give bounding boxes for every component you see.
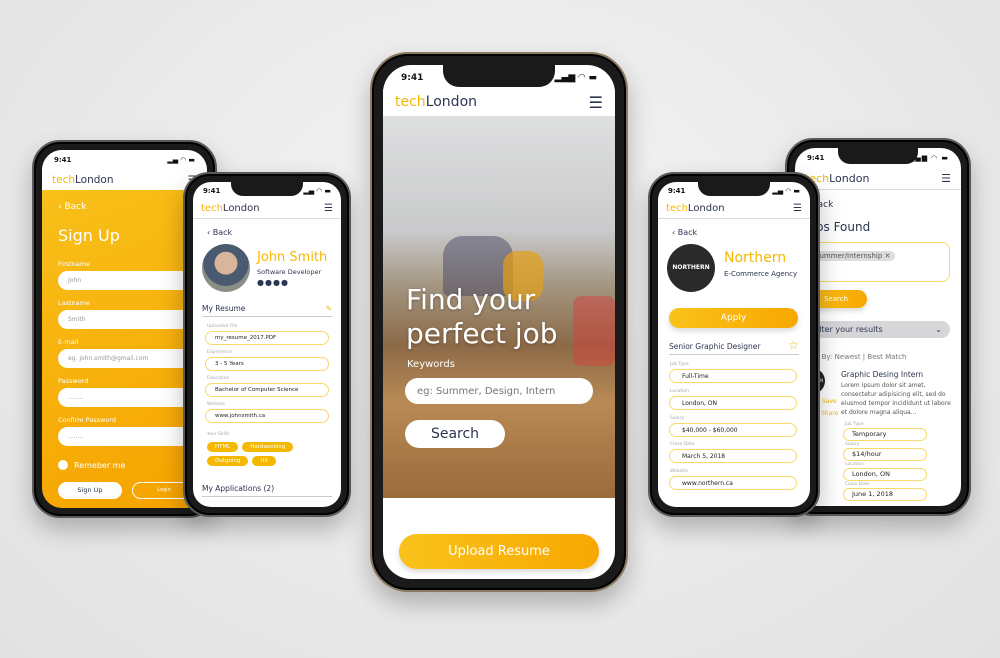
status-icons: ▂▄▆ ◠ ▬ (554, 73, 597, 83)
field-label: Close Date (670, 442, 695, 447)
save-link[interactable]: Save (822, 398, 837, 405)
job-description: Lorem ipsum dolor sit amet, consectetur … (841, 382, 951, 416)
status-time: 9:41 (807, 154, 825, 162)
status-icons: ▂▄ ◠ ▬ (772, 187, 800, 195)
resume-field[interactable]: 3 - 5 Years (205, 357, 329, 371)
twitter-icon[interactable]: ● (265, 278, 273, 287)
status-time: 9:41 (203, 187, 221, 195)
upload-resume-button[interactable]: Upload Resume (399, 534, 599, 569)
job-type-field: Full-Time (669, 369, 797, 383)
sort-bar: Sort By: Newest | Best Match (805, 353, 907, 361)
star-icon[interactable]: ☆ (788, 339, 799, 351)
tag-input[interactable]: Summer/Internship ✕ (805, 242, 950, 282)
field-label: Firstname (58, 260, 91, 268)
logo: techLondon (201, 203, 260, 214)
field-label: Experience (207, 350, 233, 355)
chevron-down-icon: ⌄ (935, 325, 942, 334)
filter-tag[interactable]: Summer/Internship ✕ (810, 251, 896, 261)
social-links: ●●●● (257, 278, 289, 287)
resume-field[interactable]: my_resume_2017.PDF (205, 331, 329, 345)
company-type: E-Commerce Agency (724, 270, 798, 278)
back-link[interactable]: ‹ Back (207, 228, 232, 237)
linkedin-icon[interactable]: ● (273, 278, 281, 287)
field-label: Salary (670, 416, 685, 421)
resume-section-header: My Resume ✎ (202, 304, 332, 317)
field-label: Close Date (845, 482, 870, 487)
close-date-field: March 5, 2018 (669, 449, 797, 463)
phone-company: 9:41 ▂▄ ◠ ▬ techLondon ☰ ‹ Back NORTHERN N… (648, 172, 820, 517)
share-link[interactable]: Share (821, 410, 838, 417)
field-label: Uploaded File (207, 324, 238, 329)
website-field[interactable]: www.northern.ca (669, 476, 797, 490)
skill-chip[interactable]: Hardworking (242, 442, 294, 452)
field-label: Website (670, 469, 688, 474)
hamburger-icon[interactable]: ☰ (324, 203, 333, 214)
hamburger-icon[interactable]: ☰ (941, 172, 951, 185)
skill-chip[interactable]: UX (252, 456, 277, 466)
search-button[interactable]: Search (405, 420, 505, 448)
resume-field[interactable]: www.johnsmith.ca (205, 409, 329, 423)
avatar (202, 244, 250, 292)
field-label: Confirm Password (58, 416, 117, 424)
radio-icon (58, 460, 68, 470)
profile-name: John Smith (257, 250, 328, 265)
status-time: 9:41 (401, 73, 424, 83)
skill-chip[interactable]: Outgoing (207, 456, 249, 466)
job-title[interactable]: Graphic Desing Intern (841, 370, 957, 379)
phone-profile: 9:41 ▂▄ ◠ ▬ techLondon ☰ ‹ Back John Smith… (183, 172, 351, 517)
field-label: Website (207, 402, 225, 407)
hero-headline: Find your perfect job (406, 283, 558, 350)
filter-dropdown[interactable]: Filter your results ⌄ (805, 321, 950, 338)
sort-newest[interactable]: Newest (835, 353, 861, 361)
field-label: Job Type (670, 362, 689, 367)
skills-label: Your Skills (207, 432, 230, 437)
back-link[interactable]: ‹ Back (672, 228, 697, 237)
back-link[interactable]: ‹ Back (58, 202, 86, 212)
field-label: Education (207, 376, 230, 381)
phone-home: 9:41 ▂▄▆ ◠ ▬ techLondon ☰ Find your perfect… (370, 52, 628, 592)
salary-field: $40,000 - $60,000 (669, 423, 797, 437)
field-label: Lastname (58, 299, 90, 307)
logo: techLondon (52, 174, 114, 186)
logo: techLondon (666, 203, 725, 214)
location-field: London, ON (669, 396, 797, 410)
close-icon: ✕ (884, 252, 891, 260)
mail-icon[interactable]: ● (281, 278, 289, 287)
field-label: Password (58, 377, 89, 385)
profile-role: Software Developer (257, 268, 322, 276)
page-title: Sign Up (58, 226, 120, 245)
field-label: E-mail (58, 338, 79, 346)
skill-chip[interactable]: HTML (207, 442, 239, 452)
apply-button[interactable]: Apply (669, 308, 798, 328)
job-type-field: Temporary (843, 428, 927, 441)
resume-field[interactable]: Bachelor of Computer Science (205, 383, 329, 397)
company-logo: NORTHERN (667, 244, 715, 292)
salary-field: $14/hour (843, 448, 927, 461)
signup-button[interactable]: Sign Up (58, 482, 122, 499)
close-date-field: June 1, 2018 (843, 488, 927, 501)
location-field: London, ON (843, 468, 927, 481)
job-title-row: Senior Graphic Designer ☆ (669, 339, 799, 355)
logo: techLondon (395, 94, 478, 110)
status-icons: ▂▄ ◠ ▬ (303, 187, 331, 195)
field-label: Salary (845, 442, 860, 447)
status-time: 9:41 (668, 187, 686, 195)
status-time: 9:41 (54, 156, 72, 164)
company-name: Northern (724, 250, 787, 266)
field-label: Location (845, 462, 865, 467)
keywords-input[interactable] (405, 378, 593, 404)
status-icons: ▂▄▆ ◠ ▬ (908, 154, 949, 162)
remember-me-checkbox[interactable]: Remeber me (58, 460, 125, 470)
pencil-icon[interactable]: ✎ (326, 304, 332, 313)
hamburger-icon[interactable]: ☰ (589, 93, 603, 112)
field-label: Location (670, 389, 690, 394)
status-icons: ▂▄ ◠ ▬ (167, 156, 195, 164)
facebook-icon[interactable]: ● (257, 278, 265, 287)
skills-list: HTML Hardworking Outgoing UX (205, 440, 315, 468)
hamburger-icon[interactable]: ☰ (793, 203, 802, 214)
applications-header[interactable]: My Applications (2) (202, 484, 332, 497)
keywords-label: Keywords (407, 359, 455, 370)
field-label: Job Type (845, 422, 864, 427)
sort-best-match[interactable]: Best Match (867, 353, 906, 361)
